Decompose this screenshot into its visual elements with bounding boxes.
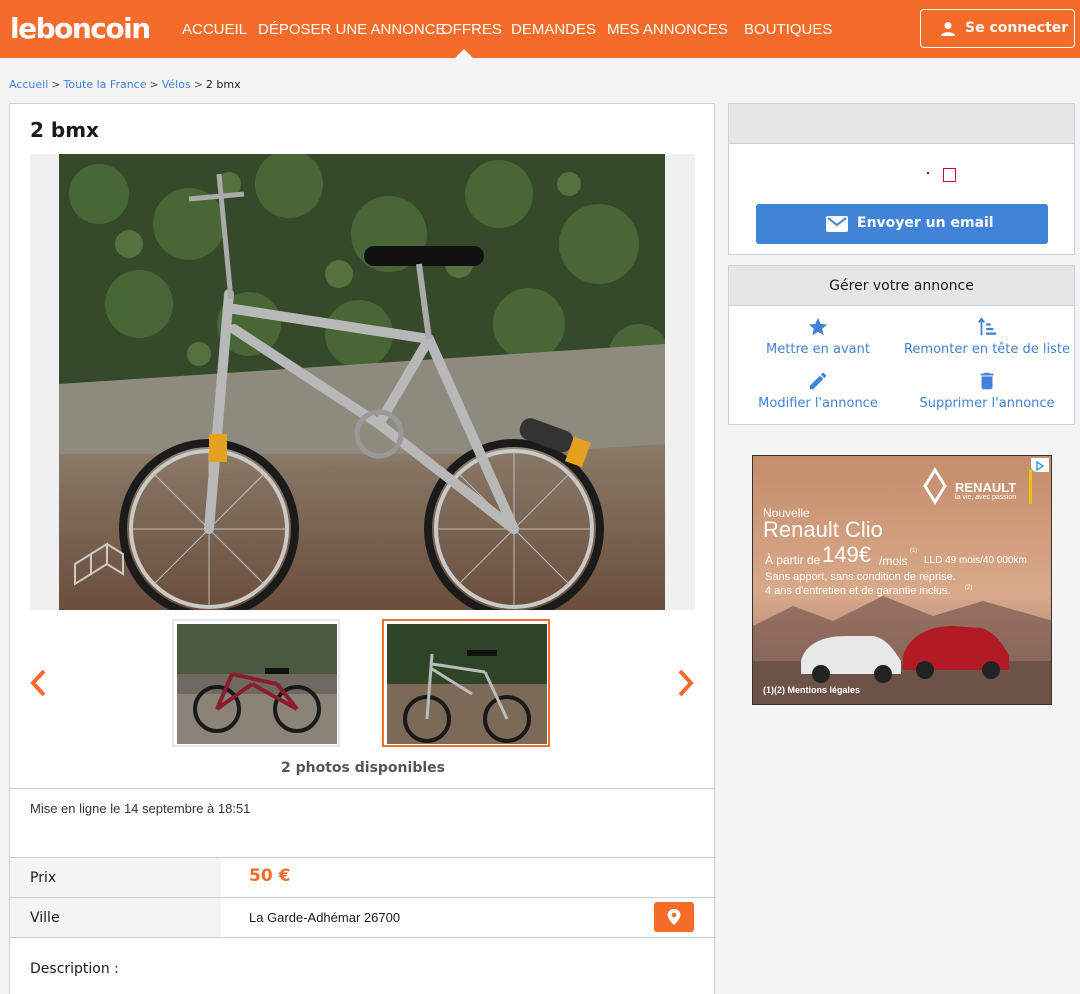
ad-footnote-mark-2: (2) bbox=[965, 585, 973, 591]
send-email-button[interactable]: Envoyer un email bbox=[756, 204, 1048, 244]
map-pin-icon bbox=[667, 909, 681, 925]
sort-up-icon bbox=[978, 317, 997, 336]
ad-price: 149€ bbox=[822, 542, 871, 567]
login-label: Se connecter bbox=[965, 20, 1069, 36]
envelope-icon bbox=[826, 216, 848, 232]
send-email-label: Envoyer un email bbox=[857, 215, 994, 231]
top-header: leboncoin ACCUEIL DÉPOSER UNE ANNONCE OF… bbox=[0, 0, 1080, 58]
city-value: La Garde-Adhémar 26700 bbox=[249, 910, 401, 925]
edit-ad-action[interactable]: Modifier l'annonce bbox=[732, 370, 904, 416]
active-nav-indicator bbox=[455, 49, 473, 58]
site-logo[interactable]: leboncoin bbox=[10, 12, 151, 46]
edit-ad-label: Modifier l'annonce bbox=[758, 396, 878, 411]
nav-offres[interactable]: OFFRES bbox=[441, 21, 502, 38]
city-label: Ville bbox=[10, 898, 221, 938]
ad-footnote-mark: (1) bbox=[910, 548, 918, 554]
divider bbox=[10, 788, 716, 789]
ad-price-prefix: À partir de bbox=[765, 553, 821, 567]
thumbnail-1[interactable] bbox=[172, 619, 340, 747]
breadcrumb-accueil[interactable]: Accueil bbox=[9, 78, 48, 91]
trash-icon bbox=[980, 372, 994, 390]
ad-banner[interactable]: RENAULT la vie, avec passion Nouvelle Re… bbox=[752, 455, 1052, 705]
ad-line4: 4 ans d'entretien et de garantie inclus. bbox=[765, 585, 951, 597]
promote-ad-action[interactable]: Mettre en avant bbox=[732, 316, 904, 362]
bump-ad-label: Remonter en tête de liste bbox=[903, 342, 1071, 357]
thumbnail-2-selected[interactable] bbox=[382, 619, 550, 747]
breadcrumb-velos[interactable]: Vélos bbox=[162, 78, 191, 91]
contact-box: Envoyer un email bbox=[728, 103, 1075, 255]
delete-ad-action[interactable]: Supprimer l'annonce bbox=[901, 370, 1073, 416]
breadcrumb-separator: > bbox=[149, 78, 159, 91]
price-value: 50 € bbox=[249, 866, 291, 886]
listing-title: 2 bmx bbox=[30, 118, 99, 142]
contact-header bbox=[729, 104, 1074, 144]
nav-boutiques[interactable]: BOUTIQUES bbox=[744, 21, 832, 38]
bmx-silver-photo bbox=[59, 154, 665, 610]
main-photo-frame bbox=[30, 154, 695, 610]
broken-image-icon bbox=[943, 168, 956, 182]
bmx-red-thumbnail bbox=[177, 624, 337, 744]
manage-ad-box: Gérer votre annonce Mettre en avant Remo… bbox=[728, 265, 1075, 425]
main-photo[interactable] bbox=[59, 154, 665, 610]
manage-ad-title: Gérer votre annonce bbox=[729, 266, 1074, 306]
pencil-icon bbox=[809, 372, 827, 390]
ad-legal[interactable]: (1)(2) Mentions légales bbox=[763, 685, 860, 695]
breadcrumb-toute-la-france[interactable]: Toute la France bbox=[64, 78, 147, 91]
bump-ad-action[interactable]: Remonter en tête de liste bbox=[901, 316, 1073, 362]
contact-dot bbox=[927, 172, 929, 174]
ad-model: Renault Clio bbox=[763, 517, 883, 542]
ad-tagline: la vie, avec passion bbox=[955, 494, 1017, 501]
map-button[interactable] bbox=[654, 902, 694, 932]
next-photo-arrow[interactable] bbox=[674, 666, 696, 700]
ad-choices-icon[interactable] bbox=[1031, 458, 1049, 472]
nav-mes-annonces[interactable]: MES ANNONCES bbox=[607, 21, 728, 38]
listing-panel: 2 bmx 2 photos disponibles Mise en ligne… bbox=[9, 103, 716, 994]
ad-lld: LLD 49 mois/40 000km bbox=[924, 555, 1027, 566]
breadcrumb-separator: > bbox=[193, 78, 203, 91]
ad-price-suffix: /mois bbox=[879, 554, 908, 568]
divider bbox=[10, 937, 716, 938]
prev-photo-arrow[interactable] bbox=[28, 666, 50, 700]
bmx-silver-thumbnail bbox=[387, 624, 547, 744]
promote-ad-label: Mettre en avant bbox=[766, 342, 870, 357]
nav-deposer-annonce[interactable]: DÉPOSER UNE ANNONCE bbox=[258, 21, 446, 38]
star-icon bbox=[808, 317, 828, 336]
price-label: Prix bbox=[10, 858, 221, 898]
posted-date: Mise en ligne le 14 septembre à 18:51 bbox=[30, 801, 251, 816]
photos-count: 2 photos disponibles bbox=[281, 760, 445, 776]
nav-accueil[interactable]: ACCUEIL bbox=[182, 21, 247, 38]
delete-ad-label: Supprimer l'annonce bbox=[919, 396, 1055, 411]
breadcrumb-separator: > bbox=[51, 78, 61, 91]
breadcrumb: Accueil > Toute la France > Vélos >2 bmx bbox=[9, 78, 241, 91]
nav-demandes[interactable]: DEMANDES bbox=[511, 21, 596, 38]
breadcrumb-current: 2 bmx bbox=[205, 78, 241, 91]
ad-brand: RENAULT bbox=[955, 480, 1017, 495]
login-button[interactable]: Se connecter bbox=[920, 9, 1075, 48]
ad-line3: Sans apport, sans condition de reprise. bbox=[765, 571, 956, 583]
user-icon bbox=[941, 22, 955, 36]
description-label: Description : bbox=[30, 961, 119, 977]
